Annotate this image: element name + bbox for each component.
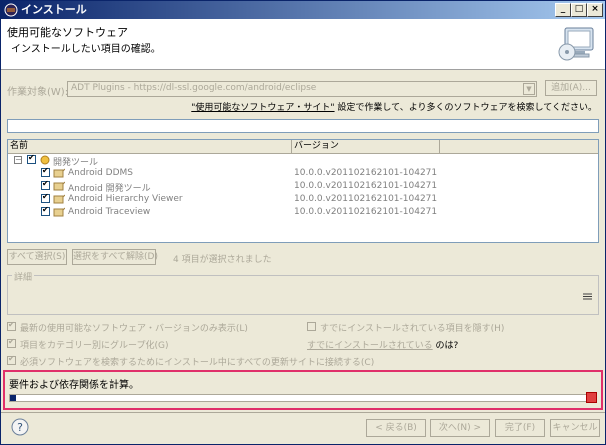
table-row[interactable]: Android Traceview 10.0.0.v201102162101-1… xyxy=(8,205,598,219)
plugin-icon xyxy=(53,194,65,204)
minimize-button[interactable]: _ xyxy=(555,3,571,17)
page-subtitle: インストールしたい項目の確認。 xyxy=(11,44,161,55)
table-header: 名前 バージョン xyxy=(8,140,598,154)
group-by-category-checkbox[interactable] xyxy=(7,337,16,348)
plugin-icon xyxy=(53,181,65,191)
install-monitor-icon xyxy=(558,27,594,61)
category-icon xyxy=(40,155,50,165)
svg-text:?: ? xyxy=(17,421,23,434)
back-button[interactable]: < 戻る(B) xyxy=(366,419,426,437)
group-by-category-label: 項目をカテゴリー別にグループ化(G) xyxy=(20,341,169,351)
row-version: 10.0.0.v201102162101-104271 xyxy=(294,207,438,217)
row-checkbox[interactable] xyxy=(41,192,50,203)
install-dialog: インストール _ □ × 使用可能なソフトウェア インストールしたい項目の確認。… xyxy=(0,0,606,445)
work-target-value: ADT Plugins - https://dl-ssl.google.com/… xyxy=(71,83,317,93)
available-sites-link[interactable]: "使用可能なソフトウェア・サイト" xyxy=(191,103,334,113)
wizard-header: 使用可能なソフトウェア インストールしたい項目の確認。 xyxy=(1,19,605,70)
column-version[interactable]: バージョン xyxy=(292,140,440,153)
add-site-button[interactable]: 追加(A)... xyxy=(545,80,597,96)
details-group: 詳細 xyxy=(7,270,599,315)
page-title: 使用可能なソフトウェア xyxy=(7,26,128,39)
tree-group-row[interactable]: − 開発ツール xyxy=(8,153,598,168)
installed-link[interactable]: すでにインストールされている xyxy=(307,341,433,351)
column-name[interactable]: 名前 xyxy=(8,140,292,153)
row-name: Android Traceview xyxy=(68,207,151,217)
help-icon[interactable]: ? xyxy=(11,418,29,436)
finish-button[interactable]: 完了(F) xyxy=(495,419,545,437)
progress-text: 要件および依存関係を計算。 xyxy=(9,380,139,391)
row-version: 10.0.0.v201102162101-104271 xyxy=(294,168,438,178)
row-checkbox[interactable] xyxy=(41,166,50,177)
row-version: 10.0.0.v201102162101-104271 xyxy=(294,194,438,204)
row-checkbox[interactable] xyxy=(41,205,50,216)
selection-status: 4 項目が選択されました xyxy=(173,255,272,265)
hide-installed-label: すでにインストールされている項目を隠す(H) xyxy=(320,324,505,334)
filter-input[interactable] xyxy=(7,119,599,133)
row-name: Android Hierarchy Viewer xyxy=(68,194,183,204)
row-version: 10.0.0.v201102162101-104271 xyxy=(294,181,438,191)
work-target-combo[interactable]: ADT Plugins - https://dl-ssl.google.com/… xyxy=(67,81,537,97)
next-button[interactable]: 次へ(N) > xyxy=(430,419,490,437)
installed-hint: すでにインストールされている のは? xyxy=(307,338,458,351)
table-row[interactable]: Android Hierarchy Viewer 10.0.0.v2011021… xyxy=(8,192,598,206)
scroll-handle-icon[interactable] xyxy=(583,292,592,301)
progress-panel: 要件および依存関係を計算。 xyxy=(3,370,603,410)
separator xyxy=(1,412,605,413)
work-target-label: 作業対象(W): xyxy=(7,87,69,98)
latest-only-label: 最新の使用可能なソフトウェア・バージョンのみ表示(L) xyxy=(20,324,248,334)
details-legend: 詳細 xyxy=(12,270,35,283)
software-tree-table: 名前 バージョン − 開発ツール Android DDMS 10.0.0.v20… xyxy=(7,139,599,243)
sites-hint: "使用可能なソフトウェア・サイト" 設定で作業して、より多くのソフトウェアを検索… xyxy=(191,100,597,113)
table-row[interactable]: Android 開発ツール 10.0.0.v201102162101-10427… xyxy=(8,179,598,194)
select-all-button[interactable]: すべて選択(S) xyxy=(7,249,67,265)
sites-hint-text: 設定で作業して、より多くのソフトウェアを検索してください。 xyxy=(334,103,597,113)
row-name: Android DDMS xyxy=(68,168,133,178)
latest-only-checkbox[interactable] xyxy=(7,320,16,331)
cancel-button[interactable]: キャンセル xyxy=(550,419,600,437)
title-bar: インストール _ □ × xyxy=(1,1,605,19)
hide-installed-checkbox[interactable] xyxy=(307,322,316,331)
contact-all-sites-label: 必須ソフトウェアを検索するためにインストール中にすべての更新サイトに接続する(C… xyxy=(20,358,375,368)
group-checkbox[interactable] xyxy=(27,153,36,164)
stop-icon[interactable] xyxy=(586,392,597,403)
row-checkbox[interactable] xyxy=(41,179,50,190)
chevron-down-icon[interactable]: ▼ xyxy=(523,83,535,95)
maximize-button[interactable]: □ xyxy=(571,3,587,17)
deselect-all-button[interactable]: 選択をすべて解除(D) xyxy=(72,249,158,265)
close-button[interactable]: × xyxy=(587,3,603,17)
window-title: インストール xyxy=(21,3,87,16)
plugin-icon xyxy=(53,207,65,217)
eclipse-icon xyxy=(4,3,18,17)
plugin-icon xyxy=(53,168,65,178)
collapse-icon[interactable]: − xyxy=(14,156,22,164)
progress-bar xyxy=(9,394,587,402)
progress-fill xyxy=(10,395,16,401)
contact-all-sites-checkbox[interactable] xyxy=(7,354,16,365)
table-row[interactable]: Android DDMS 10.0.0.v201102162101-104271 xyxy=(8,166,598,180)
installed-suffix: のは? xyxy=(432,341,459,351)
